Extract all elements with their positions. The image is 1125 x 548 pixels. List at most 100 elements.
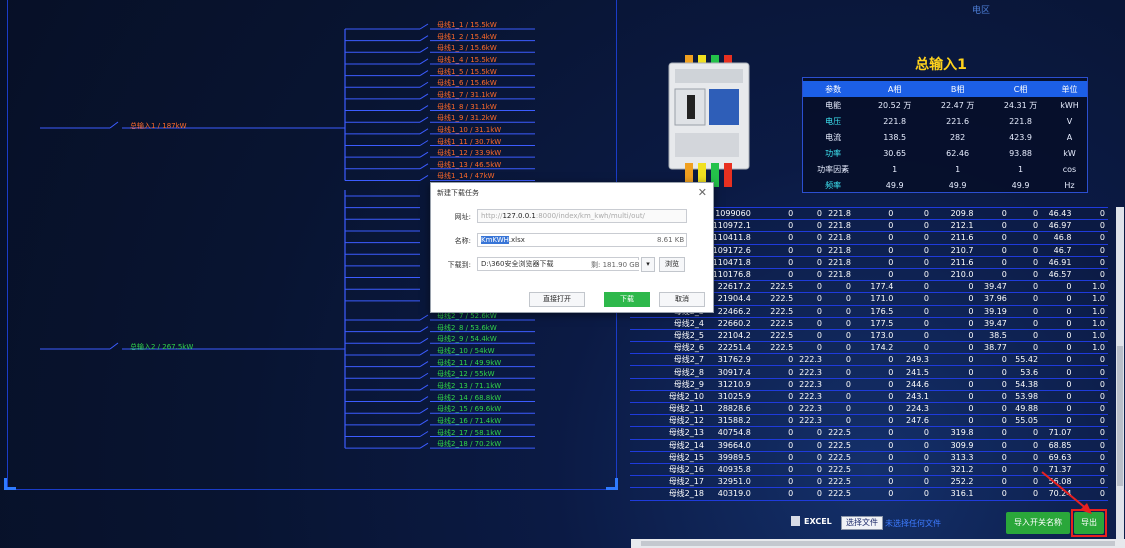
param-value: 93.88 [1009,148,1032,158]
filename-field[interactable]: KmKWH.xlsx [477,233,687,247]
table-cell: 0 [976,462,1010,477]
table-cell: 0 [853,389,897,404]
dest-dropdown-button[interactable]: ▾ [641,257,655,272]
table-row[interactable]: 母线2_8 30917.4 0 222.3 0 0 241.5 0 0 53.6 0 0 [630,365,1108,379]
param-value: 49.9 [1011,180,1030,190]
table-row[interactable]: 母线2_16 40935.8 0 0 222.5 0 0 321.2 0 0 71.37 0 [630,462,1108,477]
open-directly-button[interactable]: 直接打开 [529,292,585,307]
table-row[interactable]: 母线2_5 22104.2 222.5 0 0 173.0 0 0 38.5 0 0 1.0 [630,328,1108,343]
table-row[interactable]: 母线2_9 31210.9 0 222.3 0 0 244.6 0 0 54.38 0 0 [630,377,1108,391]
table-cell: 53.6 [1009,365,1042,379]
row-name: 母线2_17 [630,475,708,489]
table-cell: 221.8 [825,243,854,257]
table-cell: 0 [931,414,977,428]
region-label: 电区 [972,6,991,16]
table-row[interactable]: 母线2_15 39989.5 0 0 222.5 0 0 313.3 0 0 69.63 0 [630,450,1108,464]
table-row[interactable]: 母线2_17 32951.0 0 0 222.5 0 0 252.2 0 0 56.08 0 [630,475,1108,489]
branch-label: 母线2_7 / 52.6kW [437,312,497,320]
file-size: 8.61 KB [657,236,685,244]
branch-label: 母线2_18 / 70.2kW [437,440,502,449]
table-cell: 0 [976,438,1010,452]
table-cell: 0 [796,267,826,282]
table-row[interactable]: 母线2_13 40754.8 0 0 222.5 0 0 319.8 0 0 71.07 0 [630,426,1108,440]
table-cell: 1.0 [1074,341,1108,355]
excel-label: EXCEL [791,516,832,526]
table-cell: 222.5 [753,304,797,318]
table-cell: 0 [1009,280,1042,294]
table-cell: 21904.4 [707,292,754,306]
table-cell: 39.47 [976,280,1010,294]
param-name: 频率 [825,180,842,190]
table-cell: 241.5 [896,365,932,379]
table-cell: 0 [976,219,1010,233]
param-header-cell: C相 [989,81,1053,97]
horizontal-scrollbar-thumb[interactable] [641,541,1115,546]
circuit-breaker-image [668,55,750,187]
cancel-button[interactable]: 取消 [659,292,705,307]
table-cell: 0 [1074,450,1108,464]
table-cell: 0 [931,389,977,404]
table-cell: 0 [1009,487,1042,501]
vertical-scrollbar-thumb[interactable] [1117,346,1123,486]
branch-label: 母线1_5 / 15.5kW [437,67,497,76]
table-row[interactable]: 母线2_10 31025.9 0 222.3 0 0 243.1 0 0 53.98 0 0 [630,389,1108,404]
table-cell: 0 [1009,207,1042,221]
table-cell: 0 [753,389,797,404]
download-button[interactable]: 下载 [604,292,650,307]
param-header-cell: A相 [863,81,927,97]
table-cell: 0 [825,328,854,343]
table-cell: 0 [1074,243,1108,257]
table-cell: 0 [825,377,854,391]
table-cell: 171.0 [853,292,897,306]
table-cell: 71.07 [1041,426,1075,440]
table-cell: 31025.9 [707,389,754,404]
table-cell: 31210.9 [707,377,754,391]
table-cell: 0 [896,487,932,501]
choose-file-button[interactable]: 选择文件 [841,516,883,530]
table-cell: 0 [1041,377,1075,391]
table-row[interactable]: 母线2_4 22660.2 222.5 0 0 177.5 0 0 39.47 0 0 1.0 [630,316,1108,330]
table-cell: 0 [853,243,897,257]
table-cell: 0 [796,450,826,464]
close-icon[interactable]: ✕ [698,186,707,199]
param-value: 24.31 万 [1003,100,1038,110]
table-cell: 0 [976,401,1010,416]
branch-breaker [419,151,429,158]
url-field[interactable]: http://127.0.0.1:8000/index/km_kwh/multi… [477,209,687,223]
table-cell: 0 [976,426,1010,440]
table-cell: 0 [931,353,977,367]
table-cell: 0 [1074,414,1108,428]
table-row[interactable]: 母线2_6 22251.4 222.5 0 0 174.2 0 0 38.77 0 0 1.0 [630,341,1108,355]
param-value: 30.65 [883,148,907,158]
table-cell: 244.6 [896,377,932,391]
table-cell: 0 [1074,401,1108,416]
table-row[interactable]: 母线2_18 40319.0 0 0 222.5 0 0 316.1 0 0 70.24 0 [630,487,1108,501]
browse-button[interactable]: 浏览 [659,257,685,272]
table-cell: 0 [896,267,932,282]
table-row[interactable]: 母线2_14 39664.0 0 0 222.5 0 0 309.9 0 0 68.85 0 [630,438,1108,452]
table-cell: 176.5 [853,304,897,318]
table-cell: 0 [796,243,826,257]
url-host: 127.0.0.1 [502,212,536,220]
table-cell: 0 [1074,389,1108,404]
table-cell: 0 [753,401,797,416]
table-row[interactable]: 母线2_12 31588.2 0 222.3 0 0 247.6 0 0 55.05 0 0 [630,414,1108,428]
table-cell: 0 [753,353,797,367]
table-cell: 0 [753,267,797,282]
table-cell: 0 [1009,426,1042,440]
branch-breaker [419,93,429,100]
table-cell: 212.1 [931,219,977,233]
table-cell: 0 [1041,389,1075,404]
free-space: 剩: 181.90 GB [589,260,640,270]
branch-label: 母线2_10 / 54kW [437,346,495,355]
table-cell: 0 [931,365,977,379]
table-row[interactable]: 母线2_11 28828.6 0 222.3 0 0 224.3 0 0 49.88 0 0 [630,401,1108,416]
table-cell: 28828.6 [707,401,754,416]
table-cell: 0 [796,304,826,318]
table-cell: 0 [796,316,826,330]
table-cell: 0 [931,316,977,330]
table-cell: 0 [896,316,932,330]
table-cell: 0 [853,255,897,269]
table-cell: 110176.8 [707,267,754,282]
table-row[interactable]: 母线2_7 31762.9 0 222.3 0 0 249.3 0 0 55.42 0 0 [630,353,1108,367]
